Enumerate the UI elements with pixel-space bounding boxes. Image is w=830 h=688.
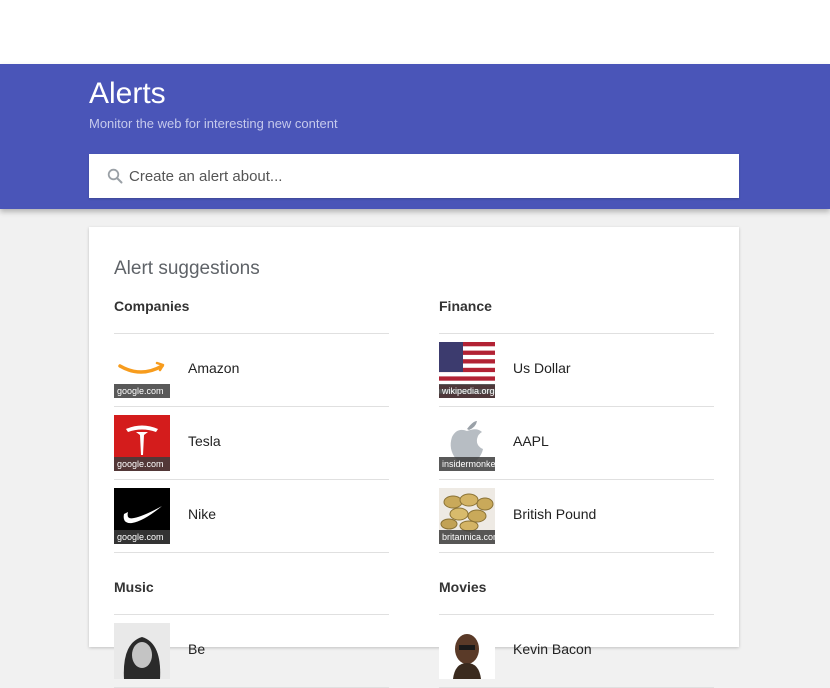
- suggestion-label: Kevin Bacon: [513, 641, 592, 657]
- thumb-source-label: britannica.com: [439, 530, 495, 544]
- search-box[interactable]: [89, 154, 739, 198]
- person-photo-icon: [439, 623, 495, 679]
- category-header: Music: [114, 578, 389, 615]
- category-header: Finance: [439, 297, 714, 334]
- thumb-source-label: insidermonkey: [439, 457, 495, 471]
- create-alert-input[interactable]: [129, 154, 719, 198]
- suggestion-item-amazon[interactable]: google.com Amazon: [114, 334, 389, 407]
- suggestion-item-music[interactable]: Be: [114, 615, 389, 688]
- page-subtitle: Monitor the web for interesting new cont…: [89, 116, 338, 131]
- category-movies: Movies Kevin Bacon: [439, 578, 714, 688]
- suggestion-label: Us Dollar: [513, 360, 571, 376]
- suggestion-label: British Pound: [513, 506, 597, 522]
- suggestion-label: Be: [188, 641, 206, 657]
- suggestion-label: AAPL: [513, 433, 549, 449]
- suggestion-item-nike[interactable]: google.com Nike: [114, 480, 389, 553]
- suggestion-item-tesla[interactable]: google.com Tesla: [114, 407, 389, 480]
- coins-icon: britannica.com: [439, 488, 495, 544]
- suggestion-item-aapl[interactable]: insidermonkey AAPL: [439, 407, 714, 480]
- suggestion-item-movies[interactable]: Kevin Bacon: [439, 615, 714, 688]
- thumb-source-label: wikipedia.org: [439, 384, 495, 398]
- category-header: Movies: [439, 578, 714, 615]
- suggestion-item-us-dollar[interactable]: wikipedia.org Us Dollar: [439, 334, 714, 407]
- tesla-logo-icon: google.com: [114, 415, 170, 471]
- nike-logo-icon: google.com: [114, 488, 170, 544]
- category-music: Music Be: [114, 578, 389, 688]
- alert-suggestions-card: Alert suggestions Companies google.com A…: [89, 227, 739, 688]
- us-flag-icon: wikipedia.org: [439, 342, 495, 398]
- page-title: Alerts: [89, 77, 166, 110]
- thumb-source-label: google.com: [114, 384, 170, 398]
- amazon-logo-icon: google.com: [114, 342, 170, 398]
- top-bar: [0, 0, 830, 64]
- thumb-source-label: google.com: [114, 530, 170, 544]
- suggestion-item-british-pound[interactable]: britannica.com British Pound: [439, 480, 714, 553]
- suggestion-label: Amazon: [188, 360, 240, 376]
- search-icon: [107, 168, 123, 184]
- category-header: Companies: [114, 297, 389, 334]
- suggestion-label: Tesla: [188, 433, 221, 449]
- person-photo-icon: [114, 623, 170, 679]
- apple-logo-icon: insidermonkey: [439, 415, 495, 471]
- suggestion-label: Nike: [188, 506, 217, 522]
- category-companies: Companies google.com Amazon google.com T…: [114, 297, 389, 553]
- alerts-header: Alerts Monitor the web for interesting n…: [0, 64, 830, 209]
- thumb-source-label: google.com: [114, 457, 170, 471]
- category-finance: Finance wikipedia.org Us Dollar insiderm…: [439, 297, 714, 553]
- suggestions-title: Alert suggestions: [114, 258, 260, 279]
